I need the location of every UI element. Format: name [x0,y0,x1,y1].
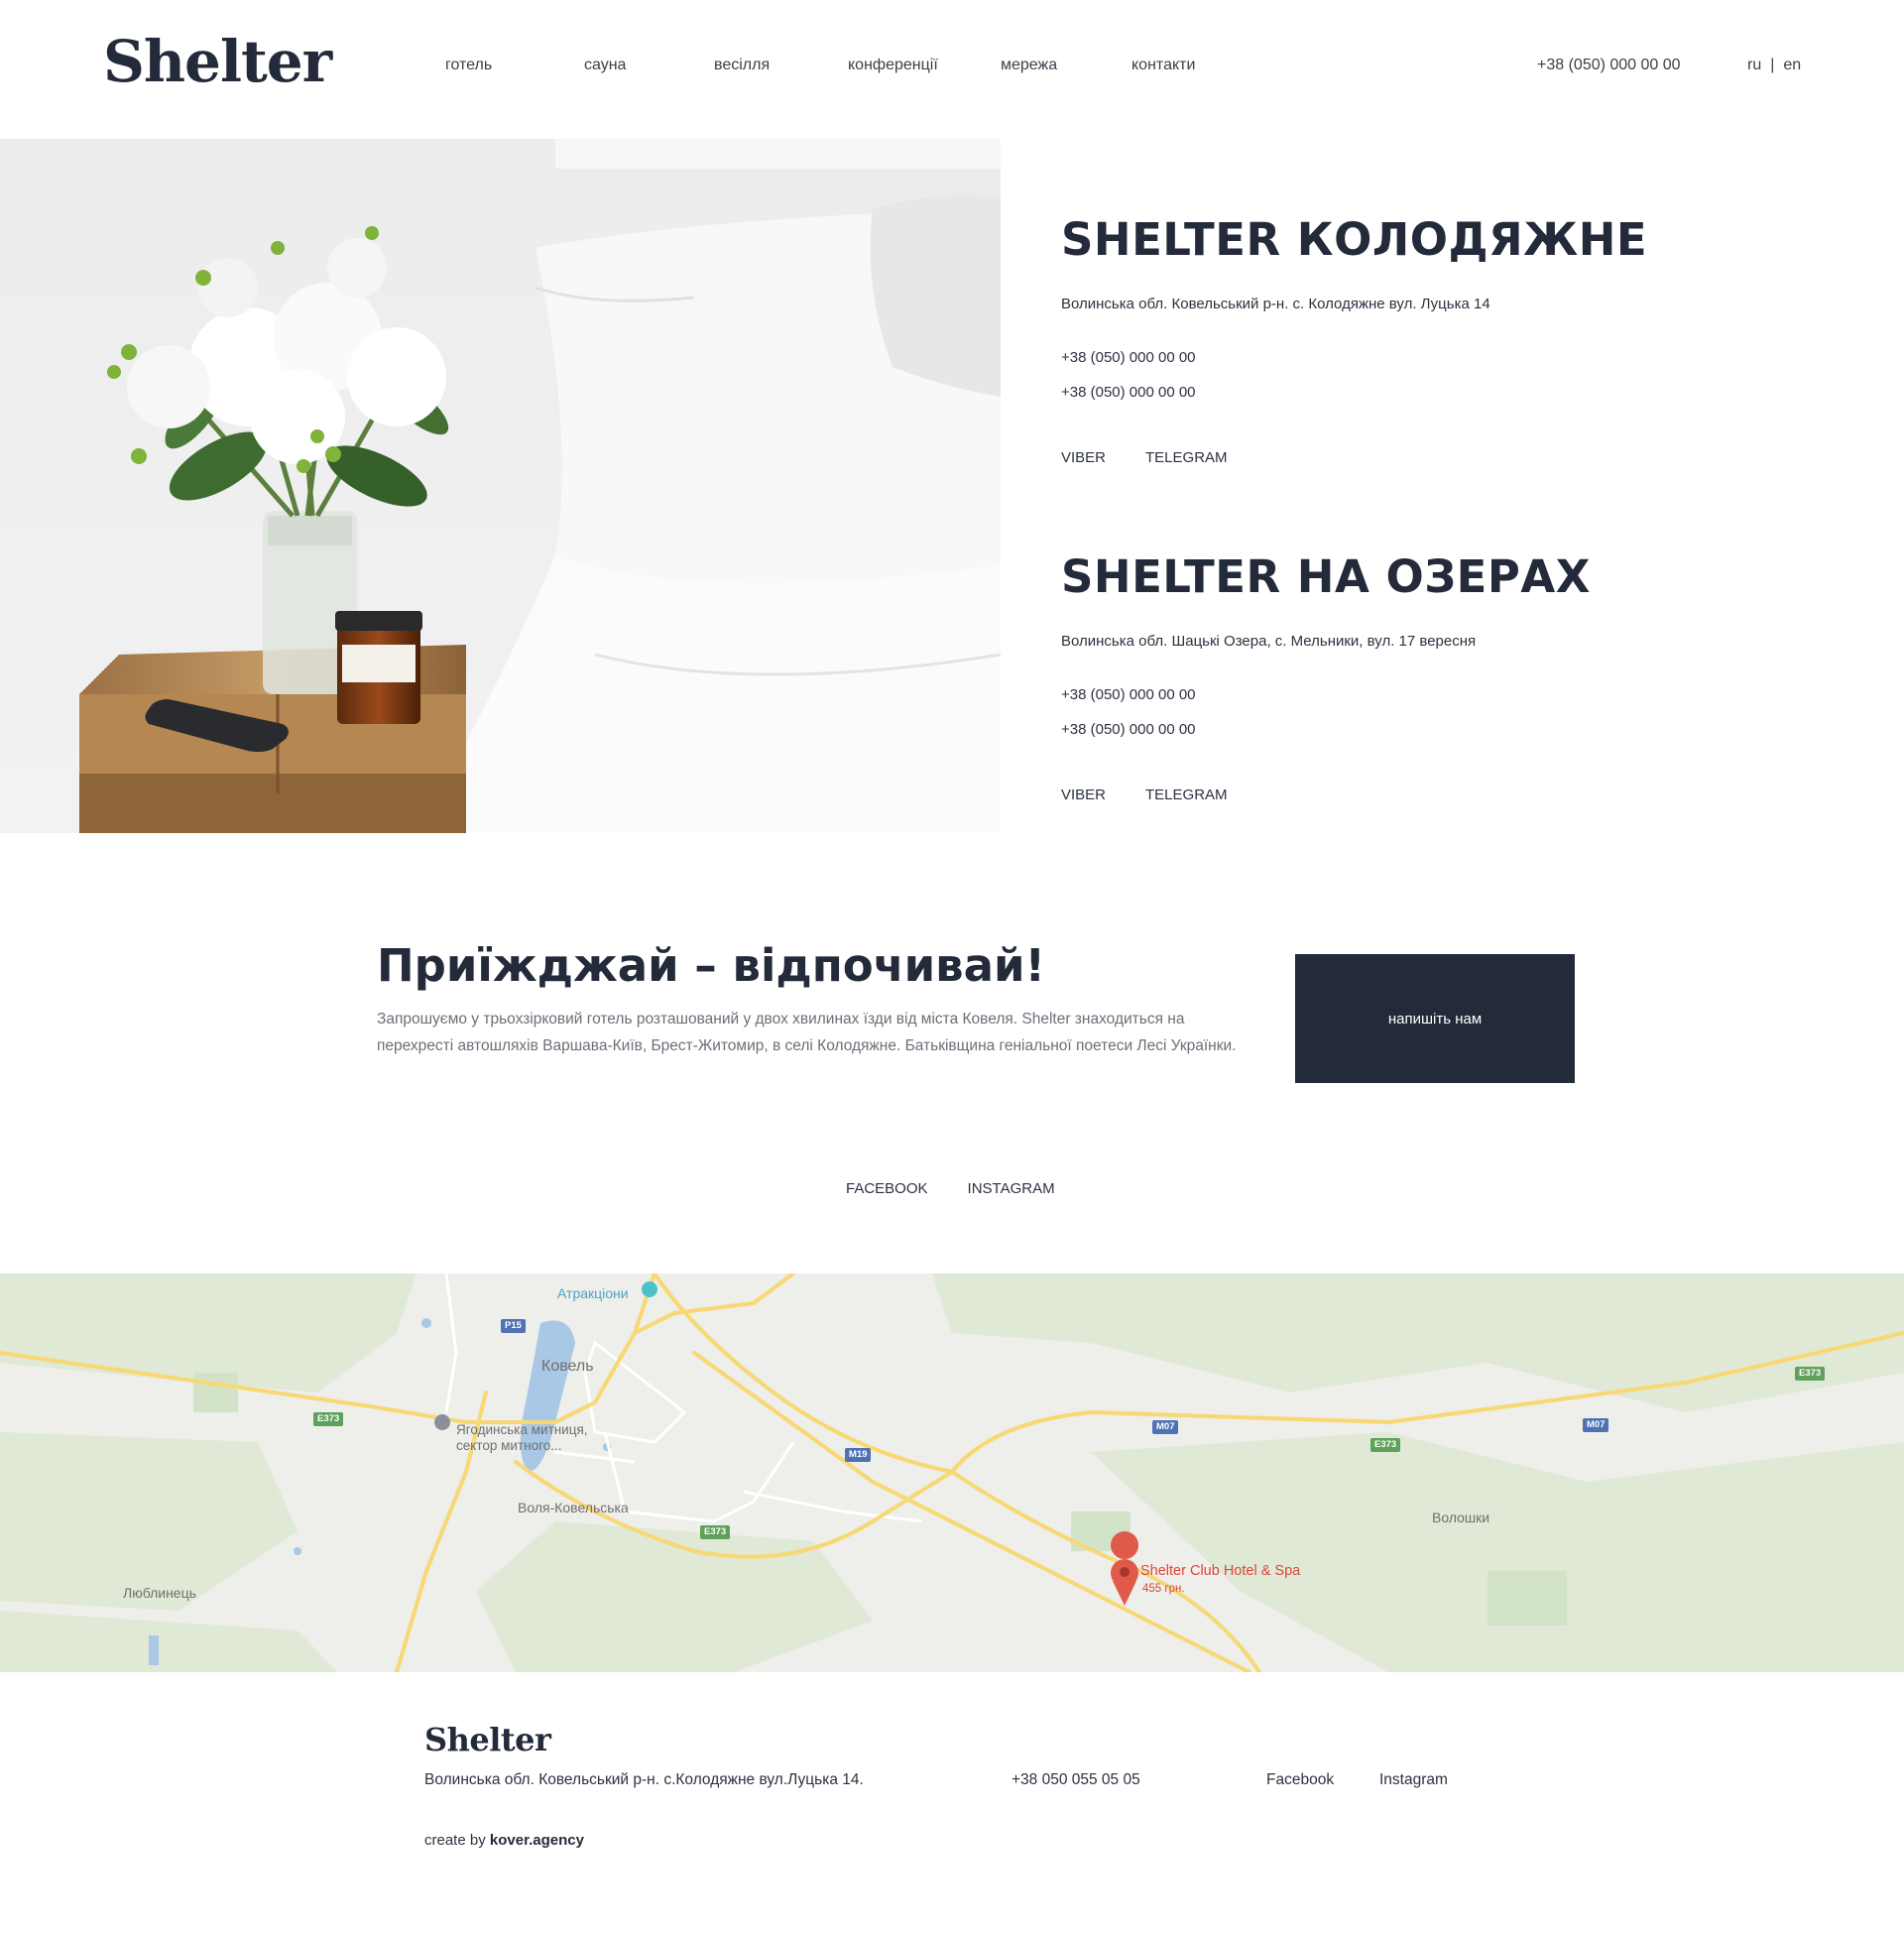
intro-text: Запрошуємо у трьохзірковий готель розташ… [377,1011,1237,1054]
viber-link[interactable]: VIBER [1061,786,1106,803]
write-us-button[interactable]: напишіть нам [1295,954,1575,1083]
hotel-title: SHELTER НА ОЗЕРАХ [1061,550,1591,603]
social-links: FACEBOOK INSTAGRAM [846,1178,1055,1200]
hotel-title: SHELTER КОЛОДЯЖНЕ [1061,213,1648,266]
nav-item-wedding[interactable]: весілля [714,54,770,77]
nav-item-network[interactable]: мережа [1001,54,1057,77]
lang-separator: | [1770,57,1775,73]
road-shield-m07: M07 [1152,1420,1179,1434]
intro-title: Приїжджай – відпочивай! [377,939,1046,992]
lang-en[interactable]: en [1783,57,1801,73]
nav-item-conferences[interactable]: конференції [848,54,938,77]
nav-item-hotel[interactable]: готель [445,54,492,77]
map-canvas [0,1273,1904,1672]
map-label-kovel: Ковель [541,1358,594,1375]
map-label-hotel[interactable]: Shelter Club Hotel & Spa [1140,1563,1300,1579]
road-shield-p15: P15 [501,1319,526,1333]
credit-agency-link[interactable]: kover.agency [490,1832,584,1849]
credit-prefix: create by [424,1832,486,1849]
hotel-phone-1[interactable]: +38 (050) 000 00 00 [1061,347,1196,369]
site-logo[interactable]: Shelter [103,26,332,97]
footer-logo[interactable]: Shelter [424,1720,551,1759]
footer-phone[interactable]: +38 050 055 05 05 [1012,1769,1140,1791]
hotel-card-ozera: SHELTER НА ОЗЕРАХ Волинська обл. Шацькі … [1061,547,1854,825]
map-label-hotel-price: 455 грн. [1142,1583,1185,1595]
bedroom-illustration [0,139,1001,833]
lang-ru[interactable]: ru [1747,57,1761,73]
map-label-attractions: Атракціони [557,1285,629,1301]
hotel-phone-2[interactable]: +38 (050) 000 00 00 [1061,719,1196,741]
road-shield-m07: M07 [1583,1418,1609,1432]
road-shield-e373: E373 [313,1412,344,1426]
instagram-link[interactable]: INSTAGRAM [968,1180,1055,1197]
hotel-address: Волинська обл. Шацькі Озера, с. Мельники… [1061,633,1477,650]
location-map[interactable]: Атракціони Ковель Ягодинська митниця, се… [0,1273,1904,1672]
messenger-links: VIBER TELEGRAM [1061,785,1228,806]
road-shield-e373: E373 [1795,1367,1826,1381]
hotel-phone-1[interactable]: +38 (050) 000 00 00 [1061,684,1196,706]
footer-instagram-link[interactable]: Instagram [1379,1769,1448,1791]
nav-item-contacts[interactable]: контакти [1131,54,1195,77]
hotel-card-kolodyazhne: SHELTER КОЛОДЯЖНЕ Волинська обл. Ковельс… [1061,210,1854,488]
road-shield-m19: M19 [845,1448,872,1462]
language-switcher: ru | en [1747,54,1801,77]
nav-item-sauna[interactable]: сауна [584,54,626,77]
map-label-customs-1: Ягодинська митниця, [456,1422,588,1437]
map-label-volia: Воля-Ковельська [518,1500,629,1515]
facebook-link[interactable]: FACEBOOK [846,1180,928,1197]
hotel-address: Волинська обл. Ковельський р-н. с. Колод… [1061,296,1490,312]
map-label-customs-2: сектор митного... [456,1438,562,1453]
footer-credit: create by kover.agency [424,1830,584,1852]
footer-facebook-link[interactable]: Facebook [1266,1769,1334,1791]
hero-photo [0,139,1001,833]
footer-address: Волинська обл. Ковельський р-н. с.Колодя… [424,1771,864,1788]
map-label-voloshky: Волошки [1432,1510,1490,1525]
telegram-link[interactable]: TELEGRAM [1145,786,1228,803]
map-label-lyublynets: Люблинець [123,1585,196,1601]
viber-link[interactable]: VIBER [1061,449,1106,466]
header-phone[interactable]: +38 (050) 000 00 00 [1537,54,1681,77]
road-shield-e373: E373 [700,1525,731,1539]
road-shield-e373: E373 [1370,1438,1401,1452]
telegram-link[interactable]: TELEGRAM [1145,449,1228,466]
messenger-links: VIBER TELEGRAM [1061,447,1228,469]
hotel-phone-2[interactable]: +38 (050) 000 00 00 [1061,382,1196,404]
site-header: Shelter готель сауна весілля конференції… [0,0,1904,139]
